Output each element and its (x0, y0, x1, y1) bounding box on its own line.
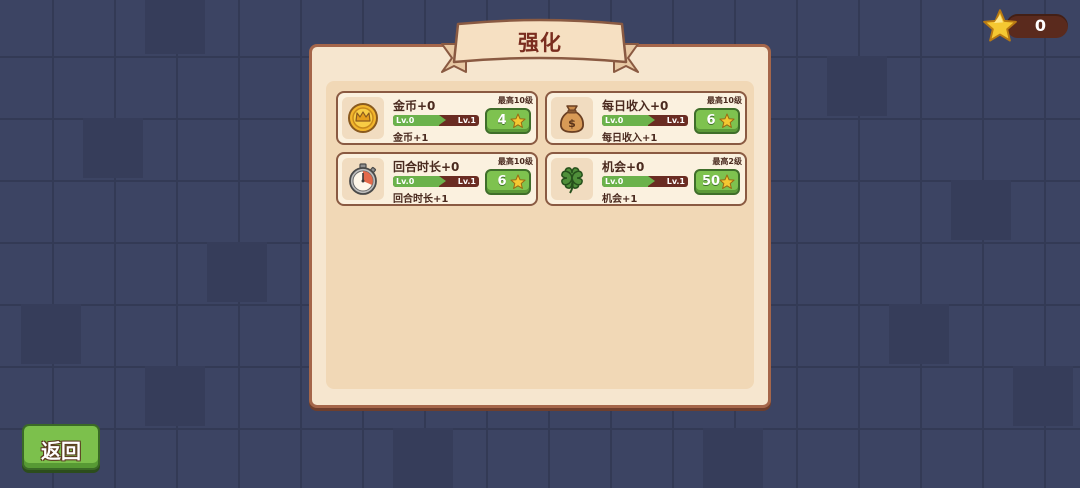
upgrade-max-level: 最高10级 (497, 157, 533, 166)
upgrade-icon-box (342, 158, 384, 200)
level-to: Lv.1 (666, 116, 685, 125)
level-from: Lv.0 (396, 116, 415, 125)
upgrade-max-level: 最高10级 (497, 96, 533, 105)
level-progress-bar: Lv.0 Lv.1 (393, 176, 479, 187)
star-icon (510, 113, 526, 128)
stopwatch-icon (349, 163, 377, 195)
board-tile (1013, 366, 1073, 426)
level-to: Lv.1 (457, 116, 476, 125)
star-icon (983, 9, 1017, 42)
star-icon (719, 113, 735, 128)
upgrade-description: 回合时长+1 (393, 194, 449, 205)
board-tile (393, 428, 453, 488)
level-progress-bar: Lv.0 Lv.1 (602, 115, 688, 126)
board-tile (145, 0, 205, 54)
star-count: 0 (1034, 16, 1046, 35)
upgrade-buy-button[interactable]: 6 (485, 169, 531, 195)
upgrade-description: 机会+1 (602, 194, 638, 205)
upgrade-card-chance: 机会+0 最高2级 Lv.0 Lv.1 机会+1 50 (545, 152, 747, 206)
upgrade-card-gold: 金币+0 最高10级 Lv.0 Lv.1 金币+1 4 (336, 91, 538, 145)
upgrade-card-daily-income: $ 每日收入+0 最高10级 Lv.0 Lv.1 每日收入+1 6 (545, 91, 747, 145)
board-tile (827, 56, 887, 116)
board-tile (951, 180, 1011, 240)
board-tile (83, 118, 143, 178)
gold-coin-icon (348, 103, 378, 133)
upgrade-icon-box (551, 158, 593, 200)
upgrade-icon-box: $ (551, 97, 593, 139)
upgrade-icon-box (342, 97, 384, 139)
star-icon (719, 174, 735, 189)
star-icon (510, 174, 526, 189)
upgrade-max-level: 最高2级 (712, 157, 742, 166)
back-button[interactable]: 返回 (22, 424, 100, 470)
level-from: Lv.0 (396, 177, 415, 186)
board-tile (889, 304, 949, 364)
level-from: Lv.0 (605, 177, 624, 186)
back-button-label: 返回 (41, 439, 81, 463)
upgrade-name: 机会+0 (602, 160, 645, 174)
level-progress-bar: Lv.0 Lv.1 (393, 115, 479, 126)
star-counter: 0 (982, 8, 1068, 42)
upgrade-buy-button[interactable]: 4 (485, 108, 531, 134)
board-tile (703, 428, 763, 488)
upgrade-description: 每日收入+1 (602, 133, 658, 144)
upgrade-name: 每日收入+0 (602, 99, 669, 113)
level-to: Lv.1 (457, 177, 476, 186)
svg-text:$: $ (568, 117, 576, 130)
upgrade-name: 回合时长+0 (393, 160, 460, 174)
money-bag-icon: $ (560, 105, 584, 133)
panel-title: 强化 (518, 31, 562, 55)
upgrade-card-round-time: 回合时长+0 最高10级 Lv.0 Lv.1 回合时长+1 6 (336, 152, 538, 206)
level-to: Lv.1 (666, 177, 685, 186)
upgrade-name: 金币+0 (393, 99, 436, 113)
board-tile (21, 304, 81, 364)
upgrade-max-level: 最高10级 (706, 96, 742, 105)
level-progress-bar: Lv.0 Lv.1 (602, 176, 688, 187)
board-tile (145, 366, 205, 426)
upgrade-buy-button[interactable]: 6 (694, 108, 740, 134)
level-from: Lv.0 (605, 116, 624, 125)
title-ribbon: 强化 (440, 18, 640, 76)
upgrade-buy-button[interactable]: 50 (694, 169, 740, 195)
upgrade-description: 金币+1 (393, 133, 429, 144)
board-tile (207, 242, 267, 302)
four-leaf-clover-icon (561, 167, 583, 194)
